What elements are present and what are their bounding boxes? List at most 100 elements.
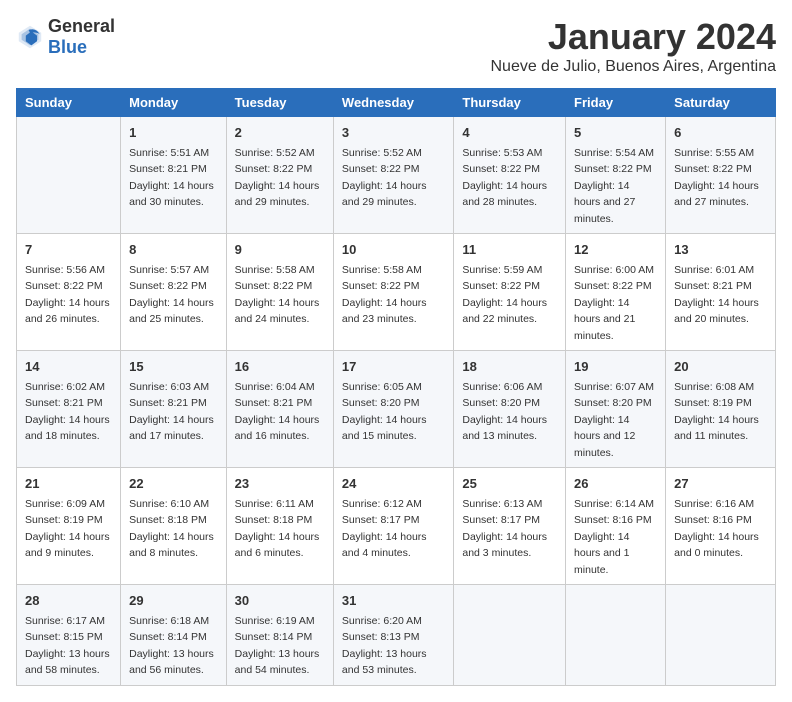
- day-info: Sunrise: 5:57 AMSunset: 8:22 PMDaylight:…: [129, 264, 214, 326]
- day-info: Sunrise: 6:13 AMSunset: 8:17 PMDaylight:…: [462, 498, 547, 560]
- day-info: Sunrise: 6:02 AMSunset: 8:21 PMDaylight:…: [25, 381, 110, 443]
- calendar-cell: 20 Sunrise: 6:08 AMSunset: 8:19 PMDaylig…: [666, 351, 776, 468]
- col-saturday: Saturday: [666, 89, 776, 117]
- day-number: 29: [129, 591, 218, 611]
- day-info: Sunrise: 6:10 AMSunset: 8:18 PMDaylight:…: [129, 498, 214, 560]
- calendar-cell: 26 Sunrise: 6:14 AMSunset: 8:16 PMDaylig…: [566, 468, 666, 585]
- day-number: 16: [235, 357, 325, 377]
- day-info: Sunrise: 6:04 AMSunset: 8:21 PMDaylight:…: [235, 381, 320, 443]
- col-sunday: Sunday: [17, 89, 121, 117]
- day-number: 1: [129, 123, 218, 143]
- calendar-cell: 17 Sunrise: 6:05 AMSunset: 8:20 PMDaylig…: [333, 351, 453, 468]
- day-number: 25: [462, 474, 557, 494]
- col-wednesday: Wednesday: [333, 89, 453, 117]
- day-info: Sunrise: 6:11 AMSunset: 8:18 PMDaylight:…: [235, 498, 320, 560]
- calendar-cell: [454, 585, 566, 686]
- day-number: 31: [342, 591, 445, 611]
- day-info: Sunrise: 6:01 AMSunset: 8:21 PMDaylight:…: [674, 264, 759, 326]
- day-info: Sunrise: 6:18 AMSunset: 8:14 PMDaylight:…: [129, 615, 214, 677]
- logo: General Blue: [16, 16, 115, 58]
- day-number: 28: [25, 591, 112, 611]
- calendar-cell: [566, 585, 666, 686]
- day-info: Sunrise: 5:55 AMSunset: 8:22 PMDaylight:…: [674, 147, 759, 209]
- day-number: 8: [129, 240, 218, 260]
- calendar-cell: 2 Sunrise: 5:52 AMSunset: 8:22 PMDayligh…: [226, 117, 333, 234]
- day-info: Sunrise: 6:16 AMSunset: 8:16 PMDaylight:…: [674, 498, 759, 560]
- day-info: Sunrise: 6:09 AMSunset: 8:19 PMDaylight:…: [25, 498, 110, 560]
- day-number: 5: [574, 123, 657, 143]
- calendar-cell: 9 Sunrise: 5:58 AMSunset: 8:22 PMDayligh…: [226, 234, 333, 351]
- day-info: Sunrise: 6:12 AMSunset: 8:17 PMDaylight:…: [342, 498, 427, 560]
- day-number: 20: [674, 357, 767, 377]
- calendar-cell: 13 Sunrise: 6:01 AMSunset: 8:21 PMDaylig…: [666, 234, 776, 351]
- calendar-cell: 28 Sunrise: 6:17 AMSunset: 8:15 PMDaylig…: [17, 585, 121, 686]
- calendar-cell: [666, 585, 776, 686]
- day-number: 23: [235, 474, 325, 494]
- calendar-cell: 18 Sunrise: 6:06 AMSunset: 8:20 PMDaylig…: [454, 351, 566, 468]
- calendar-cell: 16 Sunrise: 6:04 AMSunset: 8:21 PMDaylig…: [226, 351, 333, 468]
- day-number: 22: [129, 474, 218, 494]
- logo-general: General: [48, 16, 115, 36]
- calendar-cell: 10 Sunrise: 5:58 AMSunset: 8:22 PMDaylig…: [333, 234, 453, 351]
- day-info: Sunrise: 6:00 AMSunset: 8:22 PMDaylight:…: [574, 264, 654, 342]
- logo-blue: Blue: [48, 37, 87, 57]
- day-info: Sunrise: 6:20 AMSunset: 8:13 PMDaylight:…: [342, 615, 427, 677]
- subtitle: Nueve de Julio, Buenos Aires, Argentina: [490, 58, 776, 76]
- day-info: Sunrise: 6:07 AMSunset: 8:20 PMDaylight:…: [574, 381, 654, 459]
- calendar-cell: 1 Sunrise: 5:51 AMSunset: 8:21 PMDayligh…: [121, 117, 227, 234]
- day-info: Sunrise: 6:17 AMSunset: 8:15 PMDaylight:…: [25, 615, 110, 677]
- day-number: 15: [129, 357, 218, 377]
- day-number: 27: [674, 474, 767, 494]
- calendar-cell: 14 Sunrise: 6:02 AMSunset: 8:21 PMDaylig…: [17, 351, 121, 468]
- calendar-cell: 23 Sunrise: 6:11 AMSunset: 8:18 PMDaylig…: [226, 468, 333, 585]
- col-friday: Friday: [566, 89, 666, 117]
- day-number: 7: [25, 240, 112, 260]
- day-number: 6: [674, 123, 767, 143]
- day-info: Sunrise: 5:52 AMSunset: 8:22 PMDaylight:…: [235, 147, 320, 209]
- calendar-week-0: 1 Sunrise: 5:51 AMSunset: 8:21 PMDayligh…: [17, 117, 776, 234]
- day-number: 4: [462, 123, 557, 143]
- day-info: Sunrise: 5:56 AMSunset: 8:22 PMDaylight:…: [25, 264, 110, 326]
- col-thursday: Thursday: [454, 89, 566, 117]
- day-info: Sunrise: 5:59 AMSunset: 8:22 PMDaylight:…: [462, 264, 547, 326]
- day-info: Sunrise: 5:58 AMSunset: 8:22 PMDaylight:…: [235, 264, 320, 326]
- calendar-table: Sunday Monday Tuesday Wednesday Thursday…: [16, 88, 776, 686]
- calendar-cell: 6 Sunrise: 5:55 AMSunset: 8:22 PMDayligh…: [666, 117, 776, 234]
- calendar-cell: 29 Sunrise: 6:18 AMSunset: 8:14 PMDaylig…: [121, 585, 227, 686]
- calendar-cell: 7 Sunrise: 5:56 AMSunset: 8:22 PMDayligh…: [17, 234, 121, 351]
- calendar-week-4: 28 Sunrise: 6:17 AMSunset: 8:15 PMDaylig…: [17, 585, 776, 686]
- logo-text: General Blue: [48, 16, 115, 58]
- col-tuesday: Tuesday: [226, 89, 333, 117]
- day-number: 18: [462, 357, 557, 377]
- logo-icon: [16, 23, 44, 51]
- day-number: 9: [235, 240, 325, 260]
- calendar-week-1: 7 Sunrise: 5:56 AMSunset: 8:22 PMDayligh…: [17, 234, 776, 351]
- calendar-cell: 22 Sunrise: 6:10 AMSunset: 8:18 PMDaylig…: [121, 468, 227, 585]
- calendar-cell: 25 Sunrise: 6:13 AMSunset: 8:17 PMDaylig…: [454, 468, 566, 585]
- calendar-cell: 5 Sunrise: 5:54 AMSunset: 8:22 PMDayligh…: [566, 117, 666, 234]
- day-number: 2: [235, 123, 325, 143]
- calendar-cell: 30 Sunrise: 6:19 AMSunset: 8:14 PMDaylig…: [226, 585, 333, 686]
- day-info: Sunrise: 6:14 AMSunset: 8:16 PMDaylight:…: [574, 498, 654, 576]
- header: General Blue January 2024 Nueve de Julio…: [16, 16, 776, 76]
- calendar-cell: 11 Sunrise: 5:59 AMSunset: 8:22 PMDaylig…: [454, 234, 566, 351]
- day-info: Sunrise: 5:51 AMSunset: 8:21 PMDaylight:…: [129, 147, 214, 209]
- day-info: Sunrise: 6:08 AMSunset: 8:19 PMDaylight:…: [674, 381, 759, 443]
- calendar-cell: 31 Sunrise: 6:20 AMSunset: 8:13 PMDaylig…: [333, 585, 453, 686]
- day-number: 12: [574, 240, 657, 260]
- day-info: Sunrise: 6:06 AMSunset: 8:20 PMDaylight:…: [462, 381, 547, 443]
- day-info: Sunrise: 5:52 AMSunset: 8:22 PMDaylight:…: [342, 147, 427, 209]
- calendar-cell: 27 Sunrise: 6:16 AMSunset: 8:16 PMDaylig…: [666, 468, 776, 585]
- calendar-cell: 12 Sunrise: 6:00 AMSunset: 8:22 PMDaylig…: [566, 234, 666, 351]
- calendar-cell: 15 Sunrise: 6:03 AMSunset: 8:21 PMDaylig…: [121, 351, 227, 468]
- day-number: 10: [342, 240, 445, 260]
- day-info: Sunrise: 5:58 AMSunset: 8:22 PMDaylight:…: [342, 264, 427, 326]
- calendar-cell: 19 Sunrise: 6:07 AMSunset: 8:20 PMDaylig…: [566, 351, 666, 468]
- day-number: 26: [574, 474, 657, 494]
- day-number: 21: [25, 474, 112, 494]
- col-monday: Monday: [121, 89, 227, 117]
- day-number: 11: [462, 240, 557, 260]
- day-number: 13: [674, 240, 767, 260]
- header-row: Sunday Monday Tuesday Wednesday Thursday…: [17, 89, 776, 117]
- day-number: 30: [235, 591, 325, 611]
